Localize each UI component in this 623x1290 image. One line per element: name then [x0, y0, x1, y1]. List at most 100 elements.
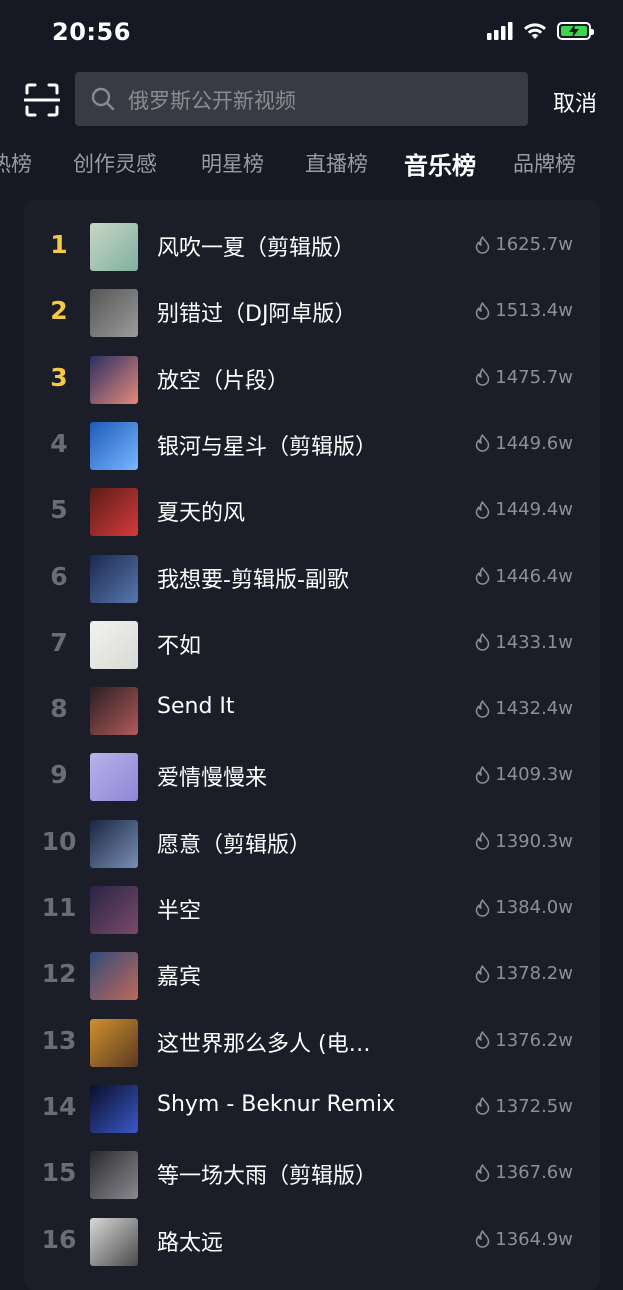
heat-text: 1378.2w [495, 963, 573, 985]
heat-text: 1449.4w [495, 499, 573, 521]
rank-number: 11 [41, 893, 77, 922]
album-cover [90, 886, 138, 934]
search-bar-row: 俄罗斯公开新视频 取消 [0, 72, 623, 128]
heat-value: 1390.3w [475, 831, 573, 852]
tab-music[interactable]: 音乐榜 [404, 146, 476, 181]
heat-text: 1364.9w [495, 1228, 573, 1250]
song-title: 嘉宾 [157, 965, 202, 991]
status-time: 20:56 [52, 18, 131, 46]
song-title: Send It [157, 694, 235, 720]
heat-value: 1475.7w [475, 367, 573, 388]
list-item[interactable]: 16 路太远 1364.9w [0, 1209, 623, 1275]
album-cover [90, 952, 138, 1001]
rank-number: 12 [41, 959, 77, 989]
rank-number: 1 [50, 230, 68, 259]
battery-icon [557, 22, 594, 40]
rank-number: 13 [41, 1025, 77, 1055]
heat-value: 1433.1w [475, 632, 573, 653]
song-title: 银河与星斗（剪辑版） [157, 434, 378, 460]
song-title: 我想要-剪辑版-副歌 [157, 567, 349, 593]
album-cover [90, 1018, 138, 1067]
heat-value: 1409.3w [475, 764, 573, 785]
song-title: 等一场大雨（剪辑版） [157, 1164, 378, 1190]
song-title: 爱情慢慢来 [157, 766, 268, 792]
list-item[interactable]: 10 愿意（剪辑版） 1390.3w [0, 811, 623, 877]
tab-inspiration[interactable]: 创作灵感 [73, 148, 157, 178]
rank-number: 8 [50, 694, 68, 724]
flame-icon [476, 766, 490, 784]
search-icon [91, 87, 115, 111]
album-cover [90, 223, 138, 271]
search-placeholder: 俄罗斯公开新视频 [128, 89, 296, 113]
rank-number: 7 [50, 627, 68, 657]
list-item[interactable]: 5 夏天的风 1449.4w [0, 479, 623, 545]
list-item[interactable]: 15 等一场大雨（剪辑版） 1367.6w [0, 1142, 623, 1208]
heat-value: 1367.6w [475, 1162, 573, 1183]
rank-number: 3 [50, 362, 68, 392]
scan-icon[interactable] [24, 82, 60, 118]
heat-text: 1446.4w [495, 565, 573, 587]
list-item[interactable]: 7 不如 1433.1w [0, 612, 623, 678]
flame-icon [476, 699, 490, 718]
rank-number: 10 [41, 826, 77, 856]
list-item[interactable]: 6 我想要-剪辑版-副歌 1446.4w [0, 546, 623, 612]
song-title: 不如 [157, 633, 202, 659]
list-item[interactable]: 4 银河与星斗（剪辑版） 1449.6w [0, 413, 623, 479]
heat-text: 1384.0w [495, 897, 573, 918]
list-item[interactable]: 11 半空 1384.0w [0, 877, 623, 943]
album-cover [90, 488, 138, 537]
album-cover [90, 289, 138, 338]
status-icons [487, 22, 594, 40]
list-item[interactable]: 3 放空（片段） 1475.7w [0, 347, 623, 413]
album-cover [90, 554, 138, 603]
rank-number: 15 [41, 1158, 77, 1188]
list-item[interactable]: 13 这世界那么多人 (电… 1376.2w [0, 1010, 623, 1076]
heat-text: 1475.7w [495, 366, 573, 388]
song-title: 愿意（剪辑版） [157, 832, 312, 858]
flame-icon [476, 1097, 490, 1116]
flame-icon [476, 434, 490, 453]
album-cover [90, 1217, 138, 1266]
heat-value: 1364.9w [475, 1229, 573, 1250]
tab-hot[interactable]: 热榜 [0, 148, 32, 178]
flame-icon [476, 898, 490, 917]
list-item[interactable]: 2 别错过（DJ阿卓版） 1513.4w [0, 280, 623, 346]
album-cover [90, 355, 138, 404]
album-cover [90, 1084, 138, 1133]
heat-value: 1513.4w [475, 300, 573, 321]
album-cover [90, 753, 138, 802]
flame-icon [476, 302, 490, 320]
heat-value: 1446.4w [475, 566, 573, 587]
song-title: 别错过（DJ阿卓版） [157, 302, 357, 328]
album-cover [90, 421, 138, 470]
song-title: Shym - Beknur Remix [157, 1091, 395, 1117]
heat-value: 1372.5w [475, 1096, 573, 1117]
list-item[interactable]: 8 Send It 1432.4w [0, 678, 623, 744]
tab-brand[interactable]: 品牌榜 [513, 148, 576, 178]
heat-value: 1449.6w [475, 433, 573, 454]
heat-text: 1433.1w [495, 631, 573, 653]
tab-live[interactable]: 直播榜 [305, 148, 368, 178]
flame-icon [476, 567, 490, 585]
search-input[interactable]: 俄罗斯公开新视频 [75, 72, 528, 126]
flame-icon [476, 1031, 490, 1049]
song-title: 放空（片段） [157, 368, 290, 394]
heat-text: 1432.4w [495, 698, 573, 720]
flame-icon [476, 1230, 490, 1248]
rank-number: 16 [41, 1224, 77, 1254]
heat-value: 1378.2w [475, 963, 573, 984]
song-title: 风吹一夏（剪辑版） [157, 236, 356, 261]
status-bar: 20:56 [0, 0, 623, 66]
list-item[interactable]: 12 嘉宾 1378.2w [0, 943, 623, 1009]
song-title: 半空 [157, 899, 202, 924]
heat-text: 1367.6w [495, 1162, 573, 1184]
rank-number: 5 [50, 495, 68, 525]
heat-text: 1376.2w [495, 1029, 573, 1051]
cancel-button[interactable]: 取消 [553, 86, 597, 118]
list-item[interactable]: 14 Shym - Beknur Remix 1372.5w [0, 1076, 623, 1142]
list-item[interactable]: 1 风吹一夏（剪辑版） 1625.7w [0, 214, 623, 280]
album-cover [90, 620, 138, 669]
flame-icon [476, 965, 490, 983]
tab-stars[interactable]: 明星榜 [201, 148, 264, 178]
list-item[interactable]: 9 爱情慢慢来 1409.3w [0, 744, 623, 810]
